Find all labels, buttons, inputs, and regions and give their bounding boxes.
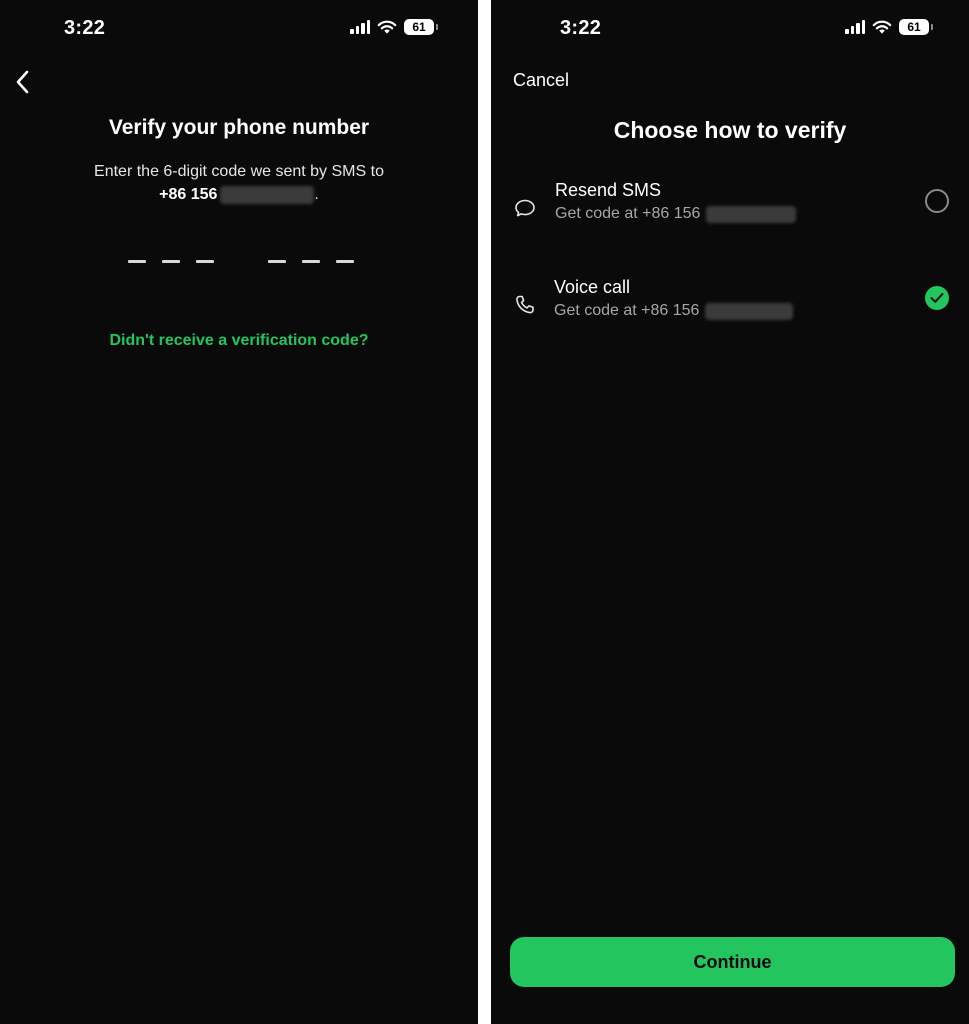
continue-button[interactable]: Continue <box>510 937 955 987</box>
redacted-phone-digits <box>220 186 315 204</box>
option-sub-text: Get code at +86 156 <box>555 205 701 222</box>
status-bar: 3:22 61 <box>0 0 478 56</box>
cellular-signal-icon <box>350 20 370 34</box>
status-bar: 3:22 61 <box>491 0 969 56</box>
phone-prefix: +86 156 <box>159 186 218 203</box>
verification-code-input[interactable] <box>128 260 354 263</box>
option-sub-text: Get code at +86 156 <box>554 302 700 319</box>
battery-icon: 61 <box>899 19 933 35</box>
verify-phone-screen: 3:22 61 Verify your phone number Enter t… <box>0 0 478 1024</box>
phone-suffix: . <box>314 186 319 203</box>
checkmark-icon <box>930 293 944 303</box>
code-separator <box>230 260 252 263</box>
status-time: 3:22 <box>64 17 106 39</box>
instruction-line: Enter the 6-digit code we sent by SMS to <box>94 163 384 180</box>
phone-icon <box>516 295 534 314</box>
redacted-phone-digits <box>705 302 794 320</box>
code-digit-slot <box>196 260 214 263</box>
page-title: Verify your phone number <box>108 116 370 139</box>
radio-unchecked[interactable] <box>925 189 949 213</box>
option-label: Resend SMS <box>555 180 662 200</box>
radio-checked[interactable] <box>925 286 949 310</box>
back-button[interactable] <box>6 66 38 98</box>
option-sub: Get code at +86 156 <box>555 205 797 223</box>
code-digit-slot <box>128 260 146 263</box>
cellular-signal-icon <box>845 20 865 34</box>
chevron-left-icon <box>16 70 29 94</box>
wifi-icon <box>377 20 397 34</box>
code-digit-slot <box>336 260 354 263</box>
cancel-button[interactable]: Cancel <box>513 70 569 91</box>
wifi-icon <box>872 20 892 34</box>
option-sub: Get code at +86 156 <box>554 302 794 320</box>
option-voice-call[interactable]: Voice call Get code at +86 156 <box>491 277 969 337</box>
code-digit-slot <box>162 260 180 263</box>
option-resend-sms[interactable]: Resend SMS Get code at +86 156 <box>491 180 969 240</box>
resend-code-link[interactable]: Didn't receive a verification code? <box>0 332 478 350</box>
chat-bubble-icon <box>515 199 535 217</box>
page-title: Choose how to verify <box>613 117 847 143</box>
status-icons: 61 <box>845 19 933 35</box>
instruction-text: Enter the 6-digit code we sent by SMS to… <box>0 161 478 206</box>
redacted-phone-digits <box>706 205 797 223</box>
option-label: Voice call <box>554 277 631 297</box>
status-time: 3:22 <box>560 17 602 39</box>
phone-number: +86 156 . <box>159 184 319 206</box>
status-icons: 61 <box>350 19 438 35</box>
battery-icon: 61 <box>404 19 438 35</box>
code-digit-slot <box>302 260 320 263</box>
code-digit-slot <box>268 260 286 263</box>
choose-verify-screen: 3:22 61 Cancel Choose how to verify Rese… <box>491 0 969 1024</box>
